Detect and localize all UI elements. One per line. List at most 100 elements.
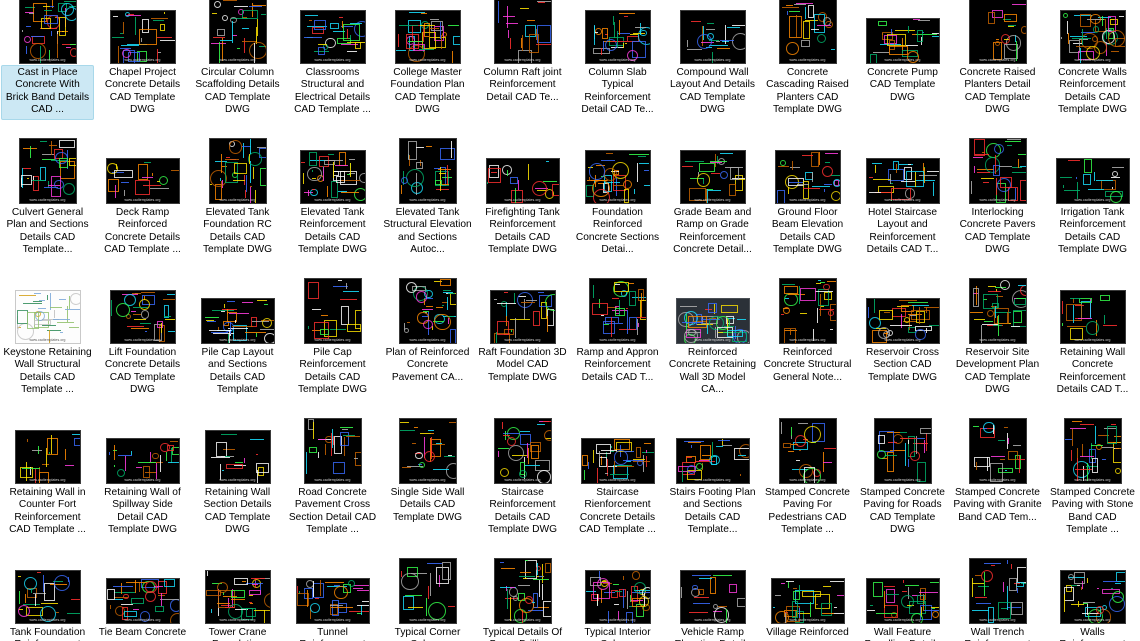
file-name-label: Concrete Pump CAD Template DWG xyxy=(867,67,938,103)
file-item[interactable]: www.cadtemplates.org Chapel Project Concr… xyxy=(95,0,190,140)
file-thumbnail-image: www.cadtemplates.org xyxy=(110,291,175,343)
file-item[interactable]: www.cadtemplates.org Plan of Reinforced C… xyxy=(380,279,475,420)
watermark-text: www.cadtemplates.org xyxy=(29,198,66,202)
file-thumbnail-wrapper: www.cadtemplates.org xyxy=(475,559,570,624)
file-item[interactable]: www.cadtemplates.org Stamped Concrete Pav… xyxy=(760,419,855,560)
file-item[interactable]: www.cadtemplates.org Concrete Cascading R… xyxy=(760,0,855,140)
file-thumbnail-image: www.cadtemplates.org xyxy=(676,439,749,483)
file-item[interactable]: www.cadtemplates.org Vehicle Ramp Elevati… xyxy=(665,560,760,641)
file-item[interactable]: www.cadtemplates.org Stamped Concrete Pav… xyxy=(950,419,1045,560)
cad-drawing-art xyxy=(20,139,76,203)
file-explorer-content-pane[interactable]: www.cadtemplates.org Cast in Place Concre… xyxy=(0,0,1140,641)
file-item[interactable]: www.cadtemplates.org Compound Wall Layout… xyxy=(665,0,760,140)
file-item[interactable]: www.cadtemplates.org Ramp and Appron Rein… xyxy=(570,279,665,420)
file-item[interactable]: www.cadtemplates.org Ground Floor Beam El… xyxy=(760,140,855,280)
cad-drawing-art xyxy=(111,11,175,63)
file-item[interactable]: www.cadtemplates.org Staircase Rienforcem… xyxy=(570,420,665,560)
file-item[interactable]: www.cadtemplates.org Typical Details Of B… xyxy=(475,559,570,641)
file-thumbnail-wrapper: www.cadtemplates.org xyxy=(665,140,760,204)
file-item[interactable]: www.cadtemplates.org Reservoir Cross Sect… xyxy=(855,280,950,420)
file-thumbnail-image: www.cadtemplates.org xyxy=(15,291,80,343)
file-item[interactable]: www.cadtemplates.org Retaining Wall of Sp… xyxy=(95,420,190,560)
cad-drawing-art xyxy=(970,559,1026,623)
file-name-label: Single Side Wall Details CAD Template DW… xyxy=(390,487,465,523)
file-name-label: Retaining Wall Section Details CAD Templ… xyxy=(203,487,272,536)
file-item[interactable]: www.cadtemplates.org Pile Cap Reinforceme… xyxy=(285,279,380,420)
file-item[interactable]: www.cadtemplates.org Staircase Reinforcem… xyxy=(475,419,570,560)
file-item[interactable]: www.cadtemplates.org Retaining Wall in Co… xyxy=(0,420,95,560)
file-name-label: Road Concrete Pavement Cross Section Det… xyxy=(288,487,377,536)
watermark-text: www.cadtemplates.org xyxy=(599,58,636,62)
cad-drawing-art xyxy=(495,419,551,483)
file-item[interactable]: www.cadtemplates.org Grade Beam and Ramp … xyxy=(665,140,760,280)
file-thumbnail-image: www.cadtemplates.org xyxy=(19,139,76,203)
file-item[interactable]: www.cadtemplates.org Raft Foundation 3D M… xyxy=(475,280,570,420)
file-item[interactable]: www.cadtemplates.org Irrigation Tank Rein… xyxy=(1045,140,1140,280)
watermark-text: www.cadtemplates.org xyxy=(219,478,256,482)
file-name-label: Concrete Raised Planters Detail CAD Temp… xyxy=(959,67,1036,116)
file-item[interactable]: www.cadtemplates.org Hotel Staircase Layo… xyxy=(855,140,950,280)
file-item[interactable]: www.cadtemplates.org Foundation Reinforce… xyxy=(570,140,665,280)
watermark-text: www.cadtemplates.org xyxy=(1074,58,1111,62)
file-item[interactable]: www.cadtemplates.org Wall Feature Panelli… xyxy=(855,560,950,641)
file-item[interactable]: www.cadtemplates.org Road Concrete Paveme… xyxy=(285,419,380,560)
file-item[interactable]: www.cadtemplates.org Keystone Retaining W… xyxy=(0,280,95,420)
file-item[interactable]: www.cadtemplates.org Column Raft joint Re… xyxy=(475,0,570,140)
watermark-text: www.cadtemplates.org xyxy=(29,58,66,62)
file-item[interactable]: www.cadtemplates.org Cast in Place Concre… xyxy=(0,0,95,140)
file-thumbnail-wrapper: www.cadtemplates.org xyxy=(380,559,475,624)
file-item[interactable]: www.cadtemplates.org Tower Crane Foundati… xyxy=(190,560,285,641)
file-item[interactable]: www.cadtemplates.org Classrooms Structura… xyxy=(285,0,380,140)
file-item[interactable]: www.cadtemplates.org Deck Ramp Reinforced… xyxy=(95,140,190,280)
file-item[interactable]: www.cadtemplates.org College Master Found… xyxy=(380,0,475,140)
file-item[interactable]: www.cadtemplates.org Culvert General Plan… xyxy=(0,139,95,280)
watermark-text: www.cadtemplates.org xyxy=(29,338,66,342)
file-thumbnail-image: www.cadtemplates.org xyxy=(680,571,745,623)
file-item[interactable]: www.cadtemplates.org Reservoir Site Devel… xyxy=(950,279,1045,420)
watermark-text: www.cadtemplates.org xyxy=(694,198,731,202)
file-thumbnail-wrapper: www.cadtemplates.org xyxy=(665,0,760,64)
file-item[interactable]: www.cadtemplates.org Lift Foundation Conc… xyxy=(95,280,190,420)
file-name-label: Tunnel Reinforcement xyxy=(299,627,365,641)
file-item[interactable]: www.cadtemplates.org Stamped Concrete Pav… xyxy=(1045,419,1140,560)
file-item[interactable]: www.cadtemplates.org Circular Column Scaf… xyxy=(190,0,285,140)
file-item[interactable]: www.cadtemplates.org Stamped Concrete Pav… xyxy=(855,419,950,560)
file-thumbnail-wrapper: www.cadtemplates.org xyxy=(285,419,380,484)
file-item[interactable]: www.cadtemplates.org Stairs Footing Plan … xyxy=(665,420,760,560)
file-name-label: Cast in Place Concrete With Brick Band D… xyxy=(1,65,94,120)
file-item[interactable]: www.cadtemplates.org Retaining Wall Concr… xyxy=(1045,280,1140,420)
file-item[interactable]: www.cadtemplates.org Tunnel Reinforcement xyxy=(285,560,380,641)
file-thumbnail-image: www.cadtemplates.org xyxy=(205,571,270,623)
watermark-text: www.cadtemplates.org xyxy=(219,58,256,62)
file-item[interactable]: www.cadtemplates.org Concrete Raised Plan… xyxy=(950,0,1045,140)
file-item[interactable]: www.cadtemplates.org Retaining Wall Secti… xyxy=(190,420,285,560)
file-name-label: Typical Interior Column xyxy=(584,627,651,641)
file-item[interactable]: www.cadtemplates.org Reinforced Concrete … xyxy=(760,279,855,420)
file-name-label: Typical Details Of Beam Drillings xyxy=(482,627,563,641)
file-item[interactable]: www.cadtemplates.org Elevated Tank Reinfo… xyxy=(285,140,380,280)
cad-drawing-art xyxy=(305,419,361,483)
watermark-text: www.cadtemplates.org xyxy=(124,198,161,202)
file-item[interactable]: www.cadtemplates.org Concrete Walls Reinf… xyxy=(1045,0,1140,140)
file-item[interactable]: www.cadtemplates.org Single Side Wall Det… xyxy=(380,419,475,560)
file-item[interactable]: www.cadtemplates.org Column Slab Typical … xyxy=(570,0,665,140)
file-item[interactable]: www.cadtemplates.org Elevated Tank Founda… xyxy=(190,139,285,280)
file-thumbnail-image: www.cadtemplates.org xyxy=(296,579,369,623)
file-thumbnail-image: www.cadtemplates.org xyxy=(771,579,844,623)
watermark-text: www.cadtemplates.org xyxy=(979,478,1016,482)
file-item[interactable]: www.cadtemplates.org Tie Beam Concrete xyxy=(95,560,190,641)
file-item[interactable]: www.cadtemplates.org Concrete Pump CAD Te… xyxy=(855,0,950,140)
file-thumbnail-wrapper: www.cadtemplates.org xyxy=(665,420,760,484)
file-item[interactable]: www.cadtemplates.org Typical Corner Colum… xyxy=(380,559,475,641)
icon-grid[interactable]: www.cadtemplates.org Cast in Place Concre… xyxy=(0,0,1140,641)
file-item[interactable]: www.cadtemplates.org Walls Reinforcement xyxy=(1045,560,1140,641)
file-item[interactable]: www.cadtemplates.org Wall Trench Reinforc… xyxy=(950,559,1045,641)
file-item[interactable]: www.cadtemplates.org Village Reinforced xyxy=(760,560,855,641)
file-item[interactable]: www.cadtemplates.org Typical Interior Col… xyxy=(570,560,665,641)
file-item[interactable]: www.cadtemplates.org Interlocking Concret… xyxy=(950,139,1045,280)
file-item[interactable]: www.cadtemplates.org Pile Cap Layout and … xyxy=(190,280,285,420)
file-item[interactable]: www.cadtemplates.org Reinforced Concrete … xyxy=(665,280,760,420)
file-item[interactable]: www.cadtemplates.org Tank Foundation Rein… xyxy=(0,560,95,641)
file-item[interactable]: www.cadtemplates.org Firefighting Tank Re… xyxy=(475,140,570,280)
file-item[interactable]: www.cadtemplates.org Elevated Tank Struct… xyxy=(380,139,475,280)
